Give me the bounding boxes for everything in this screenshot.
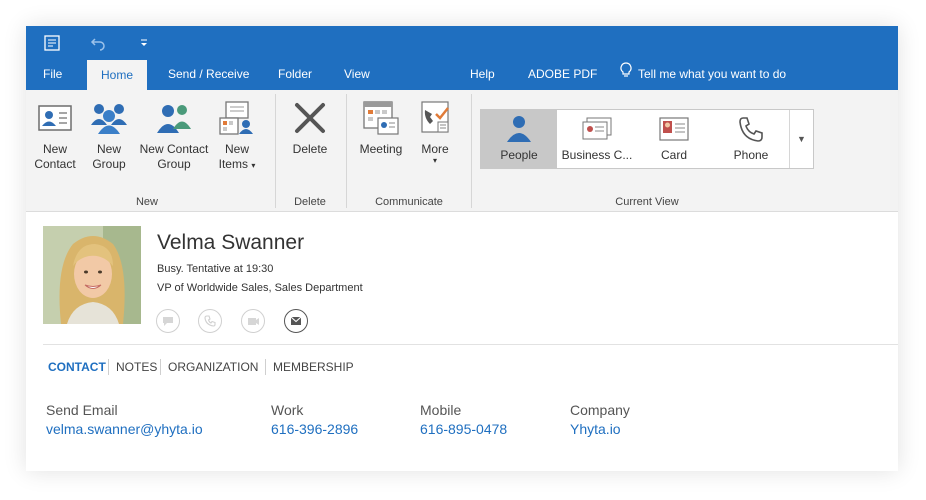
new-items-button[interactable]: New Items ▾ [214,98,260,173]
new-contact-button[interactable]: New Contact [30,98,80,172]
business-card-icon [581,112,613,146]
phone-icon[interactable] [198,309,222,333]
tab-send-receive[interactable]: Send / Receive [168,58,249,90]
job-title: VP of Worldwide Sales, Sales Department [157,282,363,294]
send-email-label: Send Email [46,402,118,418]
chevron-down-icon: ▼ [797,134,806,144]
tab-home[interactable]: Home [87,60,148,90]
email-icon[interactable] [284,309,308,333]
tab-folder[interactable]: Folder [278,58,312,90]
lightbulb-icon [620,58,632,90]
group-label-communicate: Communicate [375,196,443,208]
card-icon [658,112,690,146]
view-people[interactable]: People [481,110,557,168]
new-group-button[interactable]: New Group [84,98,134,172]
tab-separator [160,359,161,375]
tab-notes[interactable]: NOTES [116,360,157,374]
card-divider [43,344,898,345]
customize-icon[interactable] [134,33,154,53]
group-label-delete: Delete [294,196,326,208]
delete-x-icon [290,98,330,138]
presence-status: Busy. Tentative at 19:30 [157,263,274,275]
tab-help[interactable]: Help [470,58,495,90]
contact-name: Velma Swanner [157,231,305,254]
view-business-card[interactable]: Business C... [558,110,636,168]
more-button[interactable]: More ▾ [412,98,458,165]
view-card[interactable]: Card [636,110,712,168]
tab-contact[interactable]: CONTACT [48,360,106,374]
ribbon-tabs: File Home Send / Receive Folder View Hel… [26,58,898,90]
mobile-phone-link[interactable]: 616-895-0478 [420,421,507,437]
company-link[interactable]: Yhyta.io [570,421,621,437]
group-icon [89,98,129,138]
contact-photo [43,226,141,324]
new-contact-group-button[interactable]: New Contact Group [138,98,210,172]
tell-me-box[interactable]: Tell me what you want to do [620,58,786,90]
tab-view[interactable]: View [344,58,370,90]
email-link[interactable]: velma.swanner@yhyta.io [46,421,203,437]
person-icon [506,112,532,146]
delete-button[interactable]: Delete [283,98,337,157]
mobile-label: Mobile [420,402,462,418]
gallery-dropdown[interactable]: ▼ [789,110,813,168]
contact-group-icon [154,98,194,138]
undo-icon[interactable] [88,33,108,53]
outlook-window: File Home Send / Receive Folder View Hel… [26,26,898,471]
ribbon-divider [346,94,347,208]
send-receive-icon[interactable] [42,33,62,53]
tab-file[interactable]: File [43,58,62,90]
chevron-down-icon: ▾ [432,156,437,165]
work-phone-link[interactable]: 616-396-2896 [271,421,358,437]
contact-card-icon [35,98,75,138]
phone-icon [737,112,765,146]
group-label-current-view: Current View [615,196,679,208]
more-phone-icon [415,98,455,138]
tab-separator [108,359,109,375]
new-items-icon [217,98,257,138]
ribbon-divider [471,94,472,208]
company-label: Company [570,402,630,418]
ribbon-divider [275,94,276,208]
tell-me-text: Tell me what you want to do [638,67,787,81]
current-view-gallery: People Business C... Card Phone ▼ [480,109,814,169]
tab-organization[interactable]: ORGANIZATION [168,360,258,374]
tab-membership[interactable]: MEMBERSHIP [273,360,354,374]
ribbon: New Contact New Group New Contact Group … [26,90,898,212]
title-bar [26,26,898,58]
meeting-button[interactable]: Meeting [356,98,406,157]
view-phone[interactable]: Phone [712,110,790,168]
group-label-new: New [135,196,158,208]
tab-adobe-pdf[interactable]: ADOBE PDF [528,58,597,90]
new-items-label: New Items [218,142,249,171]
work-label: Work [271,402,304,418]
chat-icon[interactable] [156,309,180,333]
video-icon[interactable] [241,309,265,333]
chevron-down-icon: ▾ [251,161,256,170]
meeting-icon [361,98,401,138]
tab-separator [265,359,266,375]
